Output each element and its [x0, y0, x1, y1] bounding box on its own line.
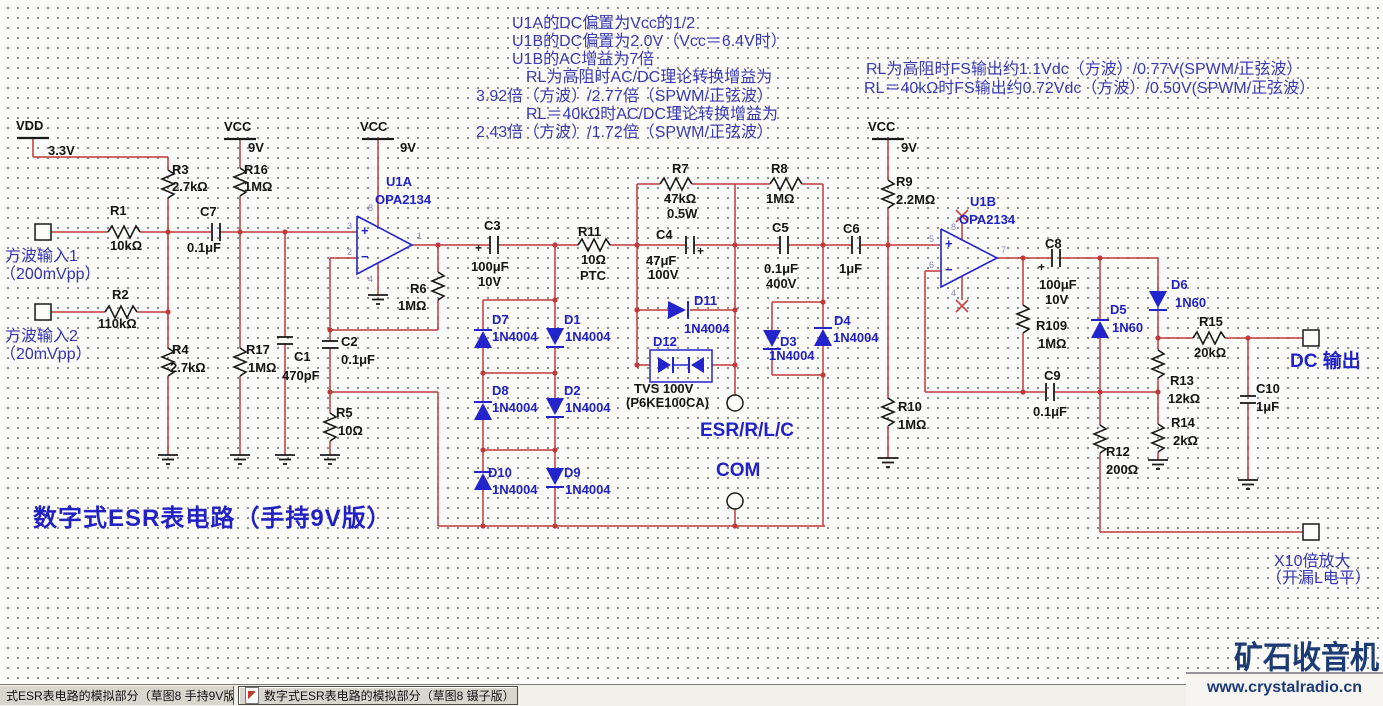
sheet-tab-label: 式ESR表电路的模拟部分（草图8 手持9V版）: [6, 689, 234, 703]
sheet-tab-tweezer[interactable]: 数字式ESR表电路的模拟部分（草图8 镊子版）: [238, 686, 518, 705]
logo-url-strip: www.crystalradio.cn: [1186, 672, 1383, 706]
logo-brand-text: 矿石收音机: [1233, 640, 1379, 676]
logo-url-text: www.crystalradio.cn: [1206, 679, 1362, 696]
sheet-tab-handheld-9v[interactable]: 式ESR表电路的模拟部分（草图8 手持9V版）: [0, 686, 234, 705]
application-window: U1A的DC偏置为Vcc的1/2 U1B的DC偏置为2.0V（Vcc＝6.4V时）…: [0, 0, 1383, 706]
watermark-logo: 矿石收音机 www.crystalradio.cn: [1186, 634, 1383, 706]
sheet-tab-label: 数字式ESR表电路的模拟部分（草图8 镊子版）: [264, 689, 515, 703]
schematic-canvas[interactable]: U1A的DC偏置为Vcc的1/2 U1B的DC偏置为2.0V（Vcc＝6.4V时）…: [0, 0, 1383, 684]
sheet-tab-bar: 式ESR表电路的模拟部分（草图8 手持9V版） 数字式ESR表电路的模拟部分（草…: [0, 684, 1383, 706]
schematic-page-icon: [245, 687, 259, 704]
schematic-drawing: [17, 136, 1320, 541]
